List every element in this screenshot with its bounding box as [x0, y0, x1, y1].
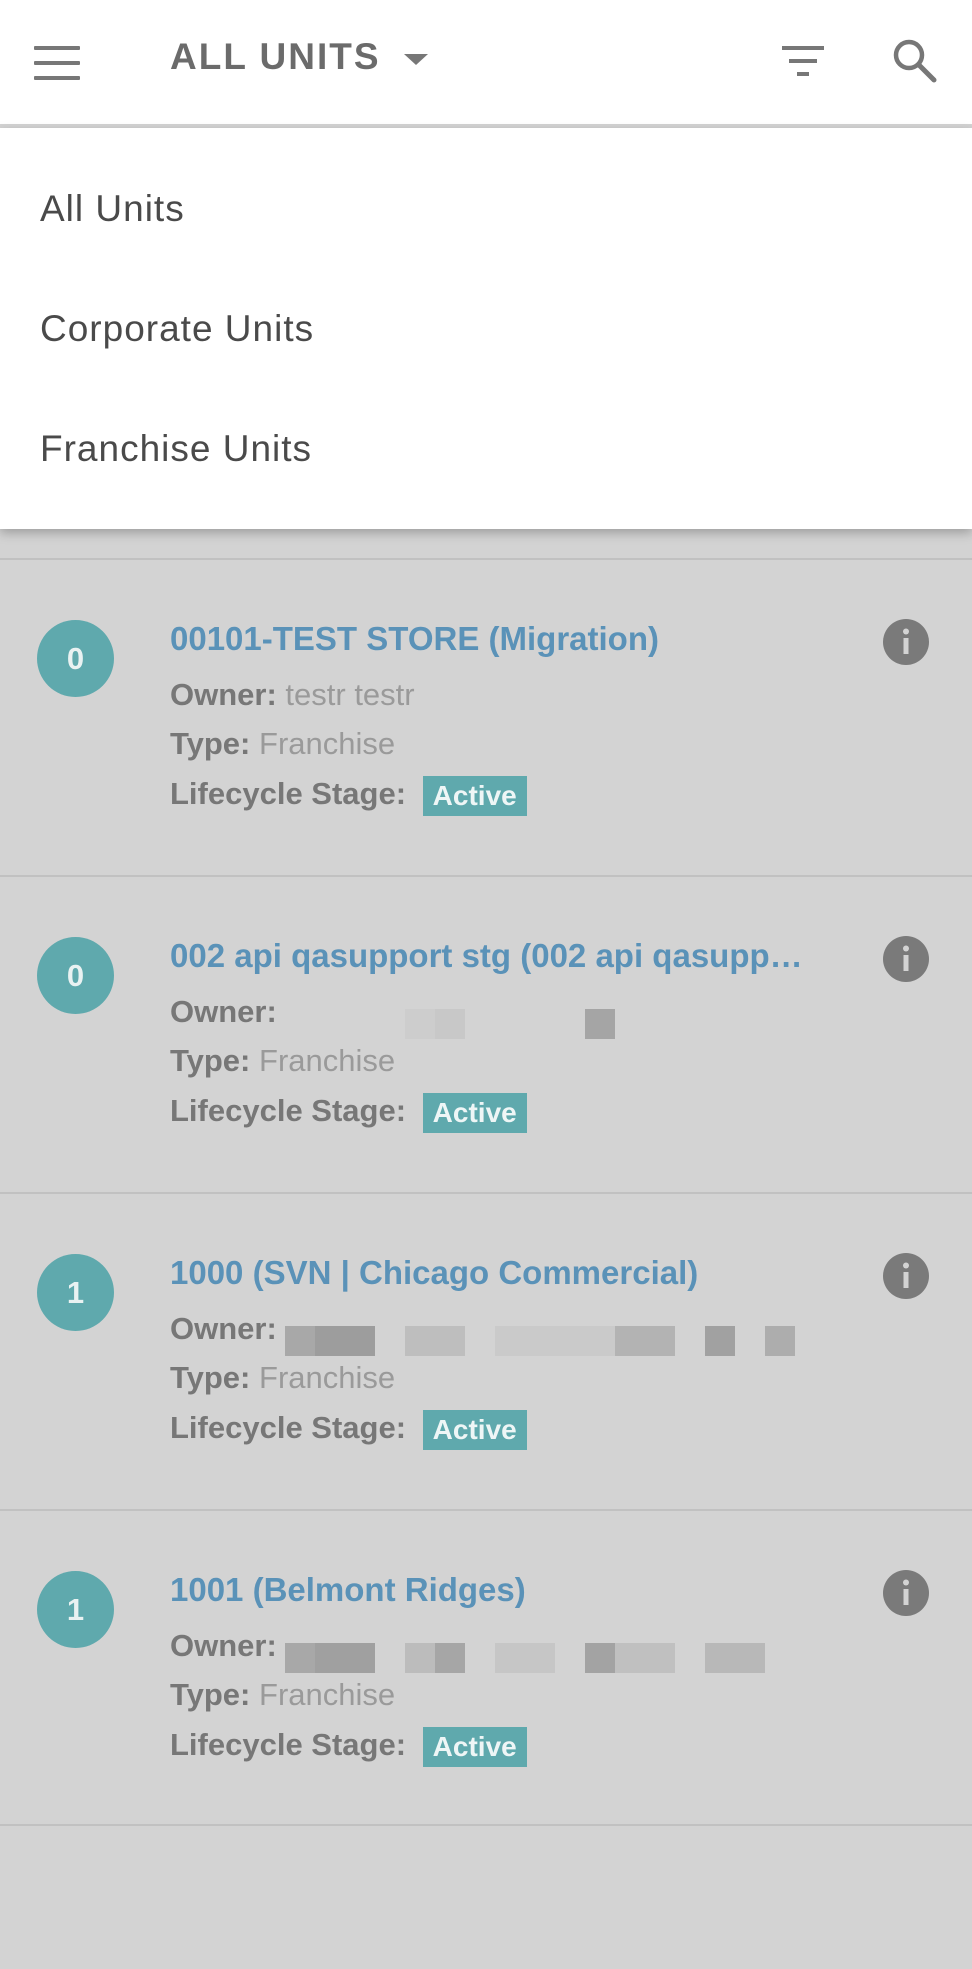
list-item[interactable]: 1 1001 (Belmont Ridges) Owner: Type: Fra… [0, 1509, 972, 1826]
redacted-owner [285, 1008, 616, 1039]
lifecycle-stage-label: Lifecycle Stage: [170, 776, 407, 812]
redacted-owner [285, 1642, 766, 1673]
owner-value: testr testr [285, 677, 415, 712]
type-label: Type: [170, 1360, 251, 1395]
info-icon[interactable] [882, 1252, 930, 1300]
lifecycle-stage-field: Lifecycle Stage: Active [170, 1410, 527, 1450]
filter-icon[interactable] [780, 44, 826, 78]
lifecycle-stage-label: Lifecycle Stage: [170, 1093, 407, 1129]
type-field: Type: Franchise [170, 1360, 395, 1396]
owner-field: Owner: [170, 994, 616, 1039]
menu-item-franchise-units[interactable]: Franchise Units [40, 428, 312, 470]
status-badge: Active [422, 1727, 527, 1767]
info-icon[interactable] [882, 1569, 930, 1617]
status-badge: Active [422, 776, 527, 816]
owner-label: Owner: [170, 677, 277, 712]
avatar: 0 [37, 620, 114, 697]
type-value: Franchise [259, 1043, 396, 1078]
owner-field: Owner: [170, 1628, 766, 1673]
type-label: Type: [170, 1043, 251, 1078]
lifecycle-stage-label: Lifecycle Stage: [170, 1727, 407, 1763]
lifecycle-stage-label: Lifecycle Stage: [170, 1410, 407, 1446]
type-field: Type: Franchise [170, 1677, 395, 1713]
type-value: Franchise [259, 1677, 396, 1712]
unit-name-link[interactable]: 1000 (SVN | Chicago Commercial) [170, 1254, 820, 1292]
search-icon[interactable] [890, 36, 938, 84]
redacted-owner [285, 1325, 796, 1356]
info-icon[interactable] [882, 935, 930, 983]
owner-label: Owner: [170, 1311, 277, 1346]
list-item[interactable]: 0 00101-TEST STORE (Migration) Owner: te… [0, 558, 972, 875]
status-badge: Active [422, 1410, 527, 1450]
type-field: Type: Franchise [170, 726, 395, 762]
unit-type-dropdown: All Units Corporate Units Franchise Unit… [0, 128, 972, 529]
type-value: Franchise [259, 726, 396, 761]
status-badge: Active [422, 1093, 527, 1133]
chevron-down-icon[interactable] [404, 54, 428, 65]
avatar: 1 [37, 1254, 114, 1331]
type-field: Type: Franchise [170, 1043, 395, 1079]
owner-label: Owner: [170, 1628, 277, 1663]
lifecycle-stage-field: Lifecycle Stage: Active [170, 776, 527, 816]
menu-item-all-units[interactable]: All Units [40, 188, 185, 230]
menu-item-corporate-units[interactable]: Corporate Units [40, 308, 314, 350]
type-value: Franchise [259, 1360, 396, 1395]
unit-name-link[interactable]: 1001 (Belmont Ridges) [170, 1571, 820, 1609]
owner-field: Owner: testr testr [170, 677, 415, 713]
list-item[interactable]: 1 1000 (SVN | Chicago Commercial) Owner:… [0, 1192, 972, 1509]
unit-name-link[interactable]: 002 api qasupport stg (002 api qasupport… [170, 937, 820, 975]
lifecycle-stage-field: Lifecycle Stage: Active [170, 1093, 527, 1133]
owner-label: Owner: [170, 994, 277, 1029]
list-item[interactable]: 0 002 api qasupport stg (002 api qasuppo… [0, 875, 972, 1192]
app-header: ALL UNITS [0, 0, 972, 124]
lifecycle-stage-field: Lifecycle Stage: Active [170, 1727, 527, 1767]
hamburger-menu-icon[interactable] [34, 46, 80, 80]
info-icon[interactable] [882, 618, 930, 666]
avatar: 0 [37, 937, 114, 1014]
unit-name-link[interactable]: 00101-TEST STORE (Migration) [170, 620, 820, 658]
owner-field: Owner: [170, 1311, 796, 1356]
type-label: Type: [170, 726, 251, 761]
type-label: Type: [170, 1677, 251, 1712]
unit-list: 0 00101-TEST STORE (Migration) Owner: te… [0, 558, 972, 1826]
avatar: 1 [37, 1571, 114, 1648]
unit-filter-title[interactable]: ALL UNITS [170, 36, 381, 78]
